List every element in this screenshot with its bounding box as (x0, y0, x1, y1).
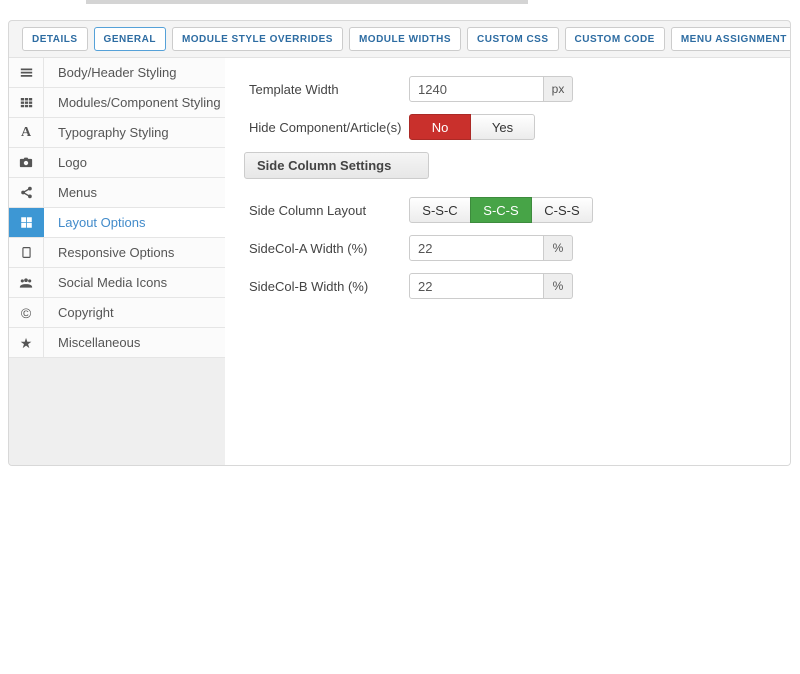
sidecol-a-width-input[interactable] (409, 235, 544, 261)
hide-component-row: Hide Component/Article(s) No Yes (249, 114, 770, 140)
side-column-settings-button[interactable]: Side Column Settings (244, 152, 429, 179)
users-icon (9, 268, 44, 297)
sidebar-item-menus[interactable]: Menus (9, 178, 225, 208)
layout-ssc-button[interactable]: S-S-C (409, 197, 471, 223)
share-nodes-icon (9, 178, 44, 207)
bars-icon (9, 58, 44, 87)
tablet-icon (9, 238, 44, 267)
th-grid-icon (9, 88, 44, 117)
settings-sidebar: Body/Header Styling Modules/Component St… (9, 58, 225, 465)
sidecol-b-width-row: SideCol-B Width (%) % (249, 273, 770, 299)
sidebar-item-body-header-styling[interactable]: Body/Header Styling (9, 58, 225, 88)
hide-component-no-button[interactable]: No (409, 114, 471, 140)
sidebar-item-copyright[interactable]: © Copyright (9, 298, 225, 328)
font-icon: A (9, 118, 44, 147)
template-width-input-group: px (409, 76, 573, 102)
tab-module-style-overrides[interactable]: MODULE STYLE OVERRIDES (172, 27, 343, 51)
side-column-layout-row: Side Column Layout S-S-C S-C-S C-S-S (249, 197, 770, 223)
tab-general[interactable]: GENERAL (94, 27, 166, 51)
tab-details[interactable]: DETAILS (22, 27, 88, 51)
star-icon: ★ (9, 328, 44, 357)
tab-bar: DETAILS GENERAL MODULE STYLE OVERRIDES M… (9, 21, 790, 58)
template-width-label: Template Width (249, 82, 409, 97)
sidebar-item-label: Body/Header Styling (44, 58, 177, 87)
sidebar-item-logo[interactable]: Logo (9, 148, 225, 178)
sidebar-item-modules-component-styling[interactable]: Modules/Component Styling (9, 88, 225, 118)
template-width-row: Template Width px (249, 76, 770, 102)
side-column-layout-label: Side Column Layout (249, 203, 409, 218)
sidebar-item-social-media-icons[interactable]: Social Media Icons (9, 268, 225, 298)
sidebar-item-layout-options[interactable]: Layout Options (9, 208, 225, 238)
layout-scs-button[interactable]: S-C-S (470, 197, 532, 223)
sidebar-item-label: Menus (44, 178, 97, 207)
template-width-unit-addon: px (544, 76, 573, 102)
panel-body: Body/Header Styling Modules/Component St… (9, 58, 790, 465)
copyright-icon: © (9, 298, 44, 327)
settings-content: Template Width px Hide Component/Article… (225, 58, 790, 465)
cropped-element-remnant (86, 0, 528, 4)
sidebar-item-label: Copyright (44, 298, 114, 327)
sidebar-item-label: Responsive Options (44, 238, 174, 267)
hide-component-toggle: No Yes (409, 114, 535, 140)
sidebar-item-miscellaneous[interactable]: ★ Miscellaneous (9, 328, 225, 358)
tab-menu-assignment[interactable]: MENU ASSIGNMENT (671, 27, 791, 51)
sidebar-item-label: Modules/Component Styling (44, 88, 221, 117)
sidecol-a-width-row: SideCol-A Width (%) % (249, 235, 770, 261)
layout-css-button[interactable]: C-S-S (531, 197, 593, 223)
sidecol-a-unit-addon: % (544, 235, 573, 261)
sidecol-b-width-input[interactable] (409, 273, 544, 299)
template-settings-panel: DETAILS GENERAL MODULE STYLE OVERRIDES M… (8, 20, 791, 466)
hide-component-label: Hide Component/Article(s) (249, 120, 409, 135)
sidebar-item-label: Social Media Icons (44, 268, 167, 297)
sidecol-a-width-label: SideCol-A Width (%) (249, 241, 409, 256)
tab-module-widths[interactable]: MODULE WIDTHS (349, 27, 461, 51)
sidebar-item-label: Logo (44, 148, 87, 177)
tab-custom-css[interactable]: CUSTOM CSS (467, 27, 559, 51)
sidebar-item-label: Layout Options (44, 208, 145, 237)
sidebar-item-responsive-options[interactable]: Responsive Options (9, 238, 225, 268)
side-column-layout-group: S-S-C S-C-S C-S-S (409, 197, 593, 223)
th-large-icon (9, 208, 44, 237)
sidecol-a-input-group: % (409, 235, 573, 261)
sidebar-item-label: Typography Styling (44, 118, 169, 147)
sidecol-b-width-label: SideCol-B Width (%) (249, 279, 409, 294)
sidebar-item-label: Miscellaneous (44, 328, 140, 357)
sidebar-item-typography-styling[interactable]: A Typography Styling (9, 118, 225, 148)
sidecol-b-input-group: % (409, 273, 573, 299)
tab-custom-code[interactable]: CUSTOM CODE (565, 27, 665, 51)
camera-icon (9, 148, 44, 177)
hide-component-yes-button[interactable]: Yes (470, 114, 535, 140)
template-width-input[interactable] (409, 76, 544, 102)
sidecol-b-unit-addon: % (544, 273, 573, 299)
